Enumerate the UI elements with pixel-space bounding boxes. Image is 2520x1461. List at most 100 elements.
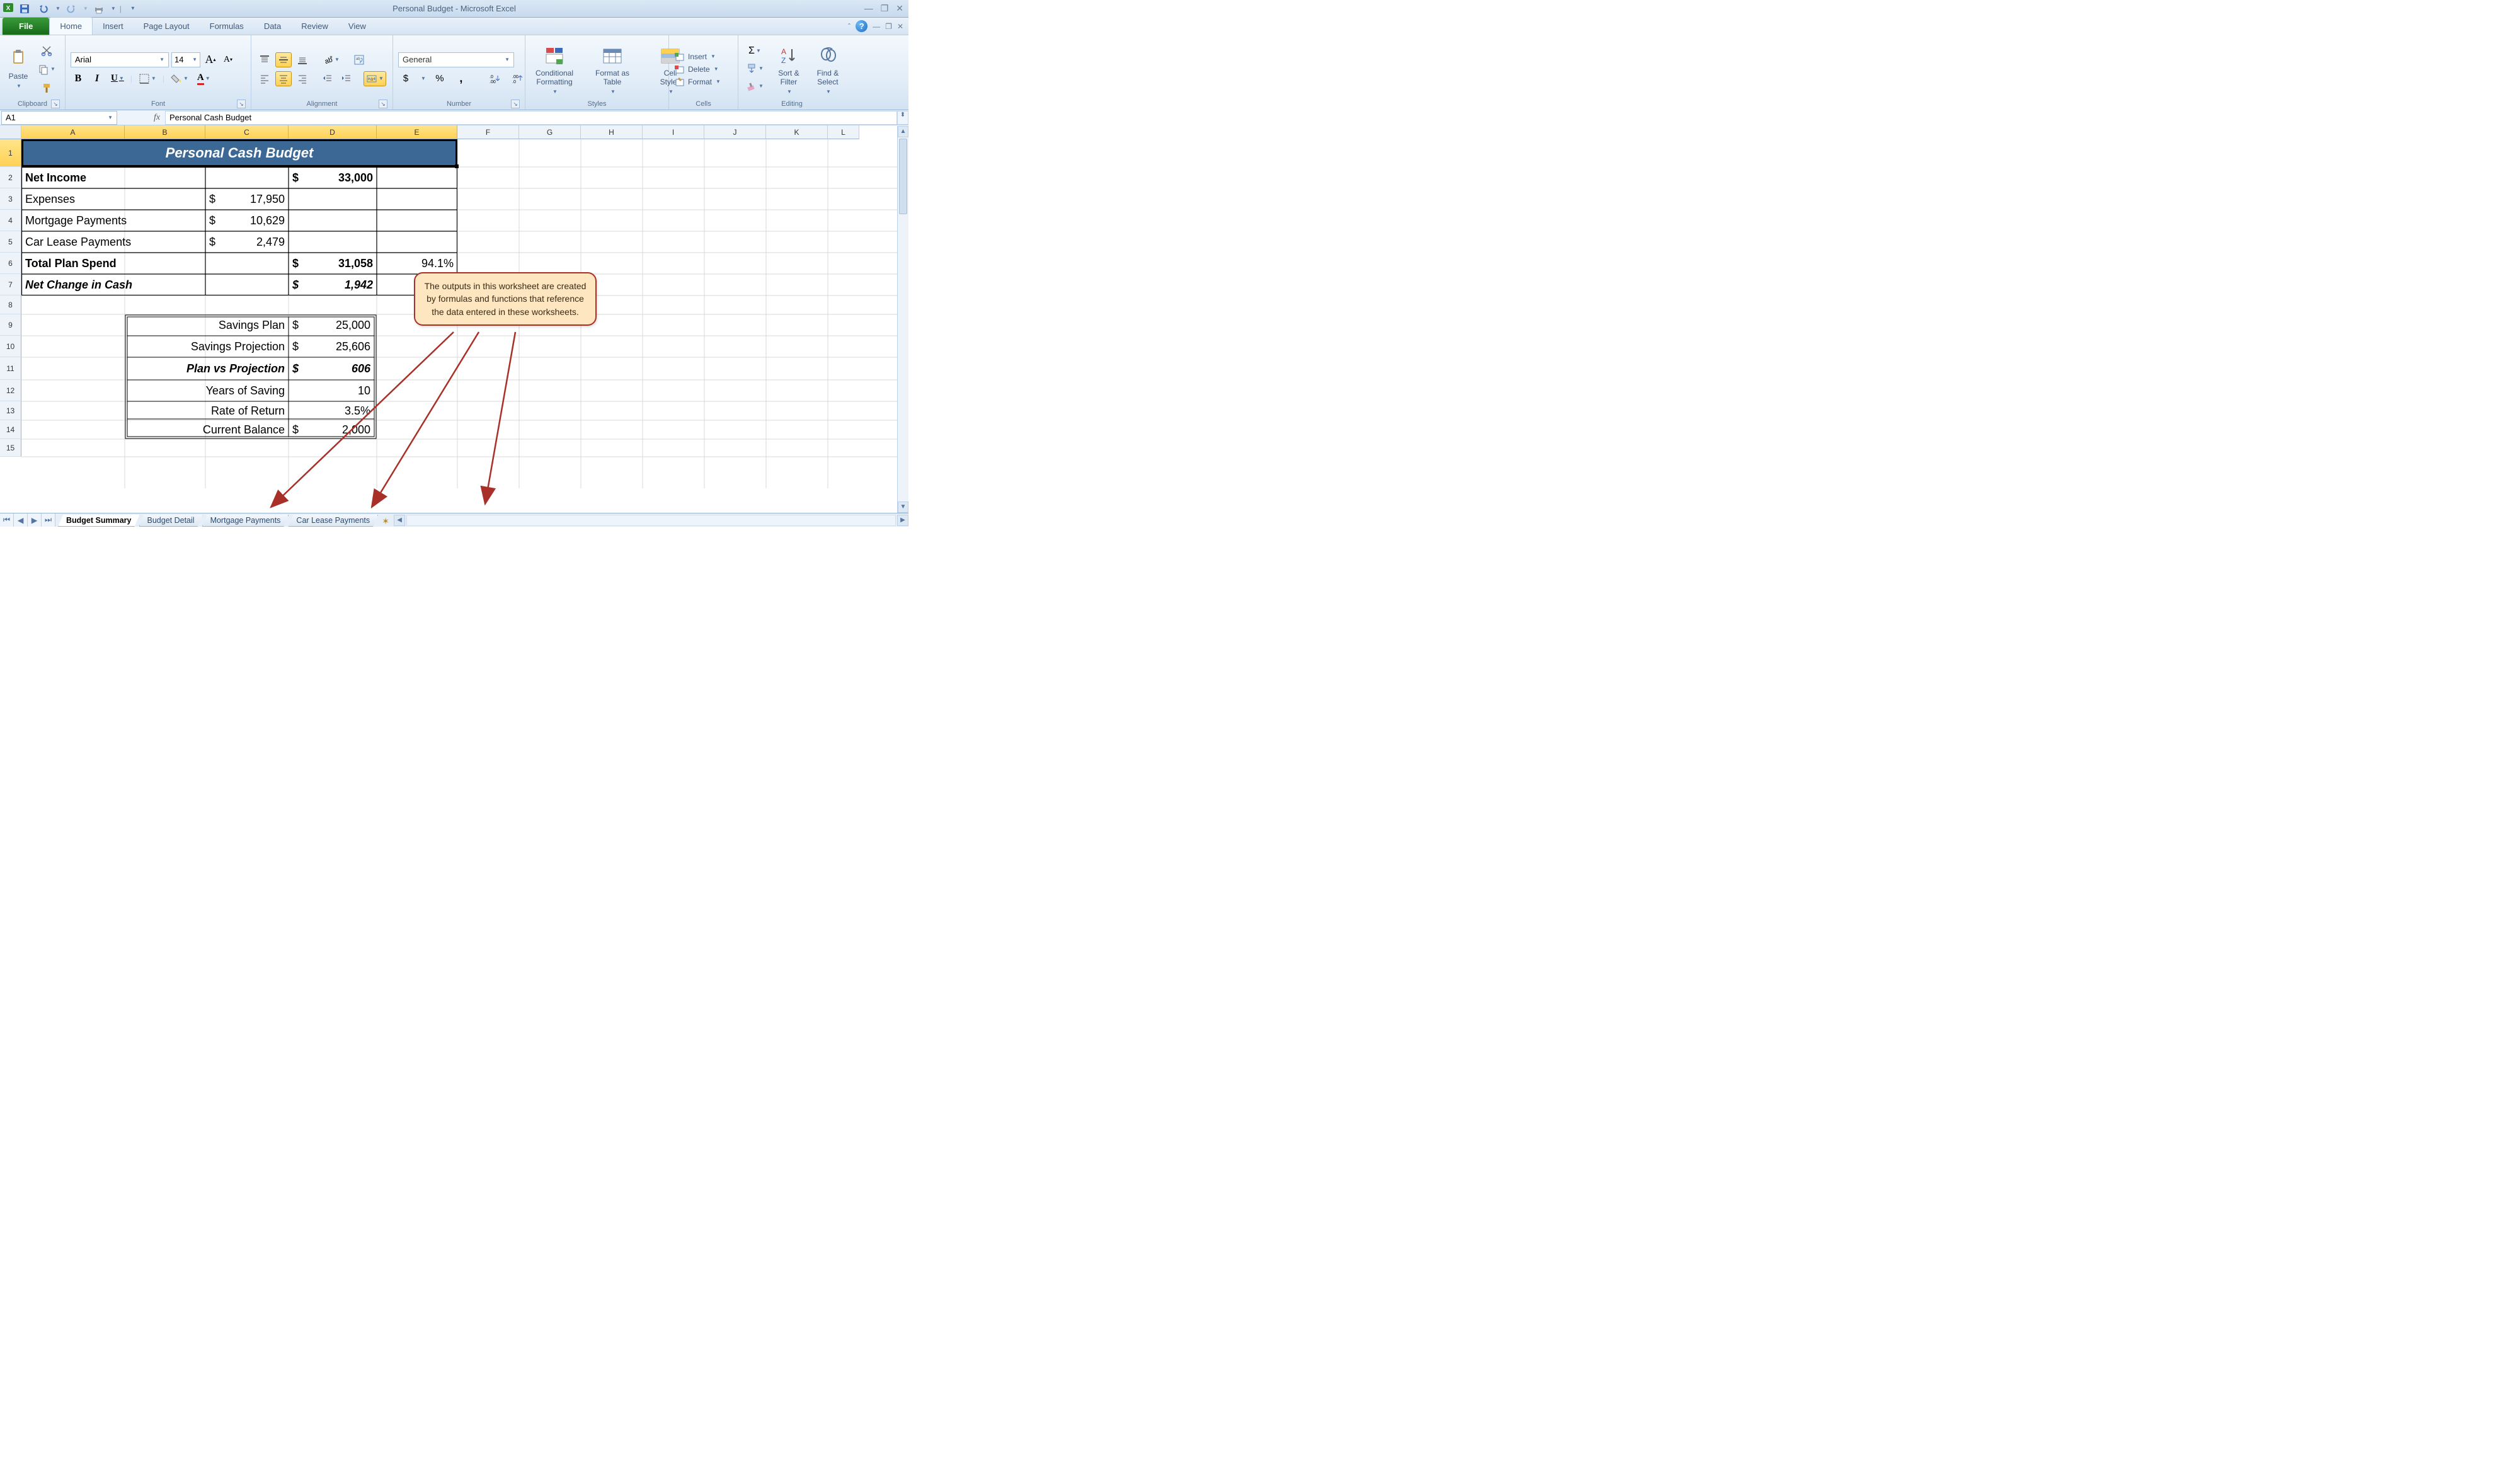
- col-header-G[interactable]: G: [519, 125, 581, 139]
- clipboard-dialog-launcher[interactable]: ↘: [51, 100, 60, 108]
- sheet-tab-mortgage-payments[interactable]: Mortgage Payments: [202, 515, 289, 527]
- percent-format-button[interactable]: %: [432, 71, 447, 86]
- sheet-tab-budget-detail[interactable]: Budget Detail: [139, 515, 203, 527]
- cut-button[interactable]: [35, 43, 58, 58]
- align-left-button[interactable]: [256, 71, 273, 86]
- select-all-corner[interactable]: [0, 125, 21, 139]
- accounting-dropdown[interactable]: ▼: [421, 76, 426, 81]
- col-header-A[interactable]: A: [21, 125, 125, 139]
- scroll-left-button[interactable]: ◀: [394, 515, 405, 526]
- col-header-E[interactable]: E: [377, 125, 457, 139]
- qat-save-button[interactable]: [16, 1, 33, 16]
- col-header-I[interactable]: I: [643, 125, 704, 139]
- merge-center-button[interactable]: a▼: [364, 71, 386, 86]
- clear-button[interactable]: ▼: [743, 79, 766, 94]
- col-header-C[interactable]: C: [205, 125, 289, 139]
- italic-button[interactable]: I: [89, 71, 105, 86]
- cell-D10[interactable]: $25,606: [289, 336, 374, 357]
- col-header-F[interactable]: F: [457, 125, 519, 139]
- cell-D14[interactable]: $2,000: [289, 420, 374, 439]
- qat-redo-button[interactable]: [63, 1, 79, 16]
- increase-decimal-button[interactable]: .0.00: [486, 71, 503, 86]
- cell-C12[interactable]: Years of Saving: [127, 380, 289, 401]
- row-header-12[interactable]: 12: [0, 380, 21, 401]
- scroll-up-button[interactable]: ▲: [898, 126, 908, 137]
- cell-C3[interactable]: $17,950: [205, 188, 289, 210]
- fill-handle[interactable]: [455, 164, 459, 168]
- workbook-restore-button[interactable]: ❐: [885, 22, 892, 31]
- sheet-tab-car-lease-payments[interactable]: Car Lease Payments: [288, 515, 378, 527]
- fill-color-button[interactable]: ▼: [168, 71, 191, 86]
- autosum-button[interactable]: Σ▼: [743, 43, 766, 59]
- conditional-formatting-button[interactable]: Conditional Formatting▼: [530, 43, 578, 95]
- horizontal-scrollbar[interactable]: ◀ ▶: [394, 513, 908, 527]
- cell-C10[interactable]: Savings Projection: [127, 336, 289, 357]
- col-header-H[interactable]: H: [581, 125, 643, 139]
- format-cells-button[interactable]: Format▼: [674, 76, 721, 88]
- cell-D13[interactable]: 3.5%: [289, 401, 374, 420]
- cell-D12[interactable]: 10: [289, 380, 374, 401]
- row-header-5[interactable]: 5: [0, 231, 21, 253]
- fill-button[interactable]: ▼: [743, 61, 766, 76]
- ribbon-tab-data[interactable]: Data: [254, 18, 291, 35]
- cell-D7[interactable]: $1,942: [289, 274, 377, 295]
- align-top-button[interactable]: [256, 52, 273, 67]
- row-header-4[interactable]: 4: [0, 210, 21, 231]
- cell-A6[interactable]: Total Plan Spend: [21, 253, 205, 274]
- file-tab[interactable]: File: [3, 18, 49, 35]
- insert-sheet-button[interactable]: ✶: [377, 516, 394, 527]
- row-header-11[interactable]: 11: [0, 357, 21, 380]
- font-size-select[interactable]: 14▼: [171, 52, 200, 67]
- delete-cells-button[interactable]: Delete▼: [674, 64, 721, 75]
- comma-format-button[interactable]: ,: [454, 71, 469, 86]
- scroll-right-button[interactable]: ▶: [897, 515, 908, 526]
- bold-button[interactable]: B: [71, 71, 86, 86]
- col-header-J[interactable]: J: [704, 125, 766, 139]
- cell-A2[interactable]: Net Income: [21, 167, 205, 188]
- font-name-select[interactable]: Arial▼: [71, 52, 169, 67]
- help-icon[interactable]: ?: [856, 20, 868, 32]
- formula-input[interactable]: Personal Cash Budget: [165, 111, 897, 125]
- col-header-L[interactable]: L: [828, 125, 859, 139]
- row-header-10[interactable]: 10: [0, 336, 21, 357]
- formula-expand-button[interactable]: ⬍: [897, 111, 908, 125]
- name-box[interactable]: A1▼: [1, 111, 117, 125]
- fx-button[interactable]: fx: [149, 113, 165, 123]
- align-center-button[interactable]: [275, 71, 292, 86]
- insert-cells-button[interactable]: Insert▼: [674, 51, 721, 62]
- sort-filter-button[interactable]: AZ Sort & Filter▼: [772, 43, 805, 95]
- cell-D2[interactable]: $33,000: [289, 167, 377, 188]
- col-header-D[interactable]: D: [289, 125, 377, 139]
- grow-font-button[interactable]: A▴: [203, 52, 218, 67]
- ribbon-minimize-icon[interactable]: ˆ: [848, 22, 850, 31]
- horizontal-scroll-track[interactable]: [406, 515, 896, 526]
- row-header-7[interactable]: 7: [0, 274, 21, 295]
- underline-button[interactable]: U▼: [108, 71, 127, 86]
- sheet-nav-prev[interactable]: ◀: [14, 513, 28, 527]
- ribbon-tab-home[interactable]: Home: [49, 17, 93, 35]
- cell-C9[interactable]: Savings Plan: [127, 314, 289, 336]
- find-select-button[interactable]: Find & Select▼: [811, 43, 844, 95]
- cell-C14[interactable]: Current Balance: [127, 420, 289, 439]
- col-header-B[interactable]: B: [125, 125, 205, 139]
- borders-button[interactable]: ▼: [136, 71, 159, 86]
- align-middle-button[interactable]: [275, 52, 292, 67]
- cell-C5[interactable]: $2,479: [205, 231, 289, 253]
- row-header-3[interactable]: 3: [0, 188, 21, 210]
- format-as-table-button[interactable]: Format as Table▼: [588, 43, 636, 95]
- qat-print-dropdown[interactable]: ▼: [111, 6, 116, 11]
- format-painter-button[interactable]: [35, 81, 58, 96]
- restore-button[interactable]: ❐: [878, 3, 891, 14]
- row-header-13[interactable]: 13: [0, 401, 21, 420]
- row-header-8[interactable]: 8: [0, 295, 21, 314]
- alignment-dialog-launcher[interactable]: ↘: [379, 100, 387, 108]
- ribbon-tab-insert[interactable]: Insert: [93, 18, 134, 35]
- row-header-1[interactable]: 1: [0, 139, 21, 167]
- cell-A3[interactable]: Expenses: [21, 188, 205, 210]
- font-dialog-launcher[interactable]: ↘: [237, 100, 246, 108]
- qat-print-button[interactable]: [91, 1, 107, 16]
- paste-button[interactable]: Paste ▼: [5, 49, 32, 89]
- number-format-select[interactable]: General▼: [398, 52, 514, 67]
- ribbon-tab-view[interactable]: View: [338, 18, 376, 35]
- shrink-font-button[interactable]: A▾: [220, 52, 236, 67]
